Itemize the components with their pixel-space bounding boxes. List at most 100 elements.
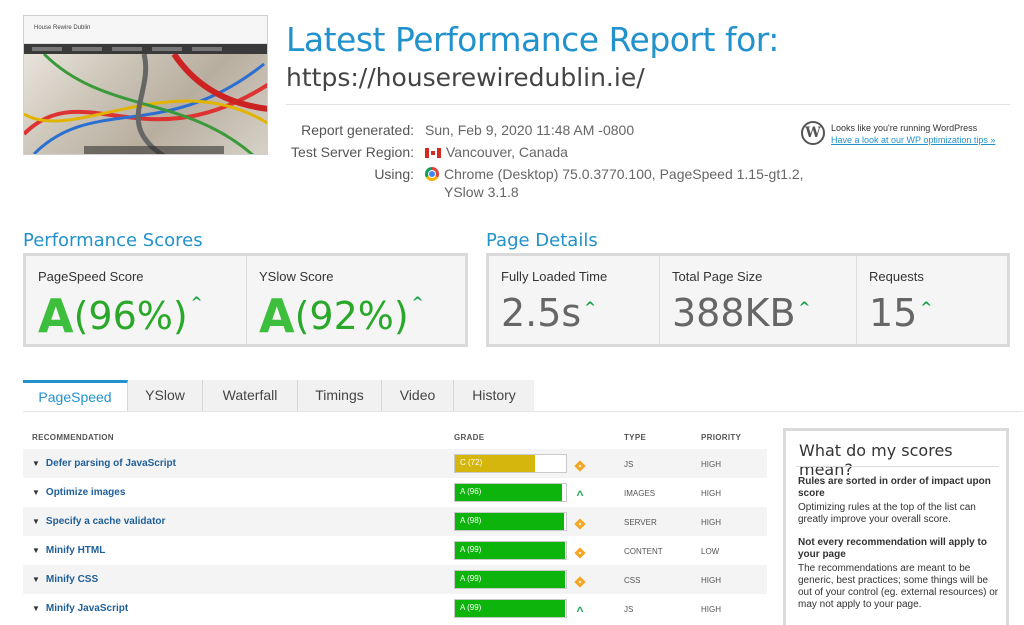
tabs-divider — [23, 411, 1023, 412]
type-cell: SERVER — [624, 518, 657, 527]
grade-bar: A (99) — [454, 570, 567, 589]
pagespeed-score-label: PageSpeed Score — [38, 269, 144, 284]
priority-cell: LOW — [701, 547, 720, 556]
table-row[interactable]: ▼ Defer parsing of JavaScript C (72) JS H… — [23, 449, 767, 478]
chevron-up-icon: ^ — [576, 604, 584, 618]
recommendation-text: Defer parsing of JavaScript — [45, 458, 176, 469]
type-cell: JS — [624, 605, 634, 614]
report-tabs: PageSpeed YSlow Waterfall Timings Video … — [23, 380, 534, 411]
column-header-priority[interactable]: PRIORITY — [701, 433, 741, 442]
page-size-cell: Total Page Size 388KB ^ — [660, 256, 857, 344]
performance-scores-panel: PageSpeed Score A(96%) ^ YSlow Score A(92… — [23, 253, 468, 347]
priority-cell: HIGH — [701, 605, 721, 614]
thumbnail-header: House Rewire Dublin — [24, 16, 267, 44]
tab-history[interactable]: History — [454, 380, 534, 411]
tab-yslow[interactable]: YSlow — [128, 380, 203, 411]
chevron-up-icon: ^ — [411, 294, 424, 311]
grade-text: C (72) — [460, 458, 483, 467]
grade-bar: A (96) — [454, 483, 567, 502]
not-every-recommendation-text: The recommendations are meant to be gene… — [798, 563, 999, 610]
chevron-up-icon: ^ — [584, 300, 596, 316]
grade-text: A (99) — [460, 603, 482, 612]
recommendation-text: Minify CSS — [45, 574, 99, 585]
scores-explanation-divider — [796, 466, 999, 467]
using-label: Using: — [374, 166, 414, 182]
tab-timings[interactable]: Timings — [298, 380, 382, 411]
expand-triangle-icon[interactable]: ▼ — [32, 604, 40, 613]
canada-flag-icon — [425, 148, 441, 158]
priority-cell: HIGH — [701, 518, 721, 527]
recommendation-name[interactable]: ▼ Minify CSS — [32, 574, 98, 585]
column-header-grade[interactable]: GRADE — [454, 433, 484, 442]
table-row[interactable]: ▼ Specify a cache validator A (98) SERVER… — [23, 507, 767, 536]
wires-illustration — [24, 54, 267, 154]
using-value-line1: Chrome (Desktop) 75.0.3770.100, PageSpee… — [444, 166, 804, 182]
chrome-icon — [425, 167, 439, 181]
not-every-recommendation-heading: Not every recommendation will apply to y… — [798, 537, 987, 560]
priority-diamond-icon — [573, 573, 587, 588]
requests-value: 15 ^ — [869, 291, 932, 335]
chevron-up-icon: ^ — [576, 488, 584, 502]
table-row[interactable]: ▼ Minify HTML A (99) CONTENT LOW — [23, 536, 767, 565]
expand-triangle-icon[interactable]: ▼ — [32, 575, 40, 584]
table-row[interactable]: ▼ Optimize images A (96) ^ IMAGES HIGH — [23, 478, 767, 507]
expand-triangle-icon[interactable]: ▼ — [32, 488, 40, 497]
table-row[interactable]: ▼ Minify CSS A (99) CSS HIGH — [23, 565, 767, 594]
priority-cell: HIGH — [701, 489, 721, 498]
page-size-text: 388KB — [672, 291, 796, 335]
test-region-text: Vancouver, Canada — [446, 144, 568, 160]
table-row[interactable]: ▼ Minify JavaScript A (99) ^ JS HIGH — [23, 594, 767, 623]
report-generated-value: Sun, Feb 9, 2020 11:48 AM -0800 — [425, 122, 635, 138]
recommendation-name[interactable]: ▼ Optimize images — [32, 487, 125, 498]
pagespeed-score: A(96%) ^ — [38, 289, 202, 343]
priority-diamond-icon — [573, 457, 587, 472]
yslow-score-cell: YSlow Score A(92%) ^ — [247, 256, 465, 344]
scores-explanation-title: What do my scores mean? — [799, 441, 953, 479]
type-cell: CSS — [624, 576, 641, 585]
type-cell: IMAGES — [624, 489, 656, 498]
yslow-score: A(92%) ^ — [259, 289, 423, 343]
pagespeed-pct: (96%) — [73, 294, 188, 338]
recommendation-name[interactable]: ▼ Specify a cache validator — [32, 516, 165, 527]
page-size-value: 388KB ^ — [672, 291, 810, 335]
page-details-title: Page Details — [486, 230, 598, 251]
tab-pagespeed[interactable]: PageSpeed — [23, 380, 128, 411]
expand-triangle-icon[interactable]: ▼ — [32, 546, 40, 555]
yslow-pct: (92%) — [294, 294, 409, 338]
yslow-score-label: YSlow Score — [259, 269, 334, 284]
recommendation-name[interactable]: ▼ Defer parsing of JavaScript — [32, 458, 176, 469]
rules-sorted-heading: Rules are sorted in order of impact upon… — [798, 476, 991, 499]
recommendation-name[interactable]: ▼ Minify JavaScript — [32, 603, 128, 614]
thumbnail-site-title: House Rewire Dublin — [34, 25, 91, 31]
expand-triangle-icon[interactable]: ▼ — [32, 459, 40, 468]
wp-optimization-tips-link[interactable]: Have a look at our WP optimization tips … — [831, 135, 995, 145]
column-header-recommendation[interactable]: RECOMMENDATION — [32, 433, 114, 442]
report-url: https://houserewiredublin.ie/ — [286, 63, 645, 92]
column-header-type[interactable]: TYPE — [624, 433, 646, 442]
type-cell: JS — [624, 460, 634, 469]
grade-bar: A (99) — [454, 599, 567, 618]
rules-sorted-text: Optimizing rules at the top of the list … — [798, 502, 976, 525]
recommendation-name[interactable]: ▼ Minify HTML — [32, 545, 105, 556]
grade-text: A (96) — [460, 487, 482, 496]
page-details-panel: Fully Loaded Time 2.5s ^ Total Page Size … — [486, 253, 1010, 347]
pagespeed-grade: A — [38, 289, 74, 343]
performance-scores-title: Performance Scores — [23, 230, 203, 251]
tab-video[interactable]: Video — [382, 380, 454, 411]
priority-diamond-icon — [573, 544, 587, 559]
expand-triangle-icon[interactable]: ▼ — [32, 517, 40, 526]
grade-text: A (99) — [460, 545, 482, 554]
thumbnail-caption-bar — [84, 146, 224, 154]
grade-bar: A (98) — [454, 512, 567, 531]
page-size-label: Total Page Size — [672, 269, 763, 284]
tab-waterfall[interactable]: Waterfall — [203, 380, 298, 411]
recommendation-text: Minify HTML — [45, 545, 106, 556]
requests-cell: Requests 15 ^ — [857, 256, 1007, 344]
chevron-up-icon: ^ — [190, 294, 203, 311]
wordpress-icon: W — [801, 121, 825, 145]
priority-diamond-icon — [573, 515, 587, 530]
using-value: Chrome (Desktop) 75.0.3770.100, PageSpee… — [425, 166, 804, 182]
header-divider — [286, 104, 1010, 105]
yslow-grade: A — [259, 289, 295, 343]
grade-bar: C (72) — [454, 454, 567, 473]
